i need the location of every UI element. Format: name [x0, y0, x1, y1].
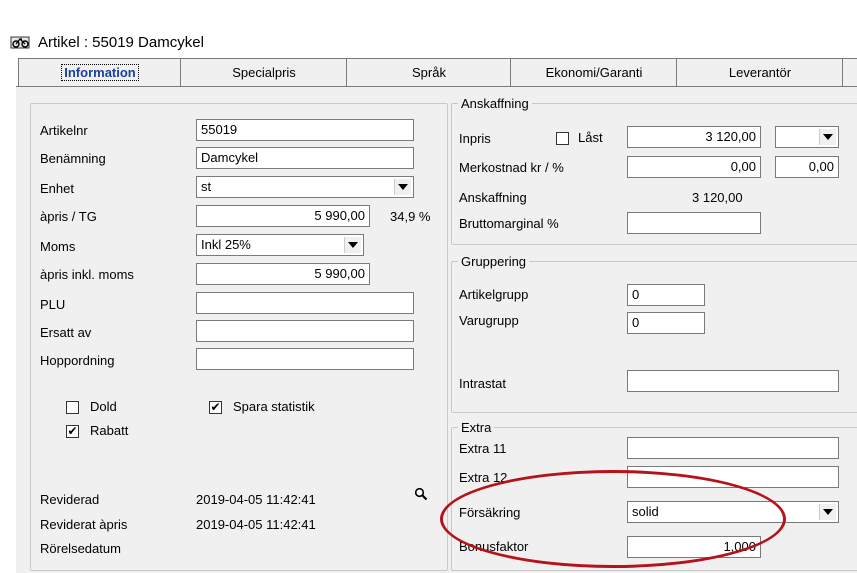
ersatt-label: Ersatt av: [40, 325, 92, 340]
benamning-field[interactable]: Damcykel: [196, 147, 414, 169]
dold-checkbox[interactable]: [66, 401, 79, 414]
artikelgrupp-label: Artikelgrupp: [459, 287, 529, 302]
chevron-down-icon[interactable]: [819, 129, 836, 145]
apris-label: àpris / TG: [40, 209, 97, 224]
moms-value: Inkl 25%: [201, 237, 251, 252]
rabatt-label: Rabatt: [90, 423, 129, 438]
bicycle-icon: [10, 34, 32, 50]
last-label: Låst: [578, 130, 603, 145]
gruppering-title: Gruppering: [458, 254, 530, 269]
moms-select[interactable]: Inkl 25%: [196, 234, 364, 256]
moms-label: Moms: [40, 239, 76, 254]
intrastat-label: Intrastat: [459, 376, 506, 391]
tab-sprak[interactable]: Språk: [346, 58, 512, 87]
search-icon[interactable]: [414, 487, 428, 501]
reviderat-apris-value: 2019-04-05 11:42:41: [196, 517, 316, 532]
window-title: Artikel : 55019 Damcykel: [38, 33, 204, 51]
varugrupp-label: Varugrupp: [459, 313, 519, 328]
artikelgrupp-field[interactable]: 0: [627, 284, 705, 306]
apris-moms-field[interactable]: 5 990,00: [196, 263, 370, 285]
anskaffning-value: 3 120,00: [692, 190, 743, 205]
apris-moms-label: àpris inkl. moms: [40, 267, 134, 282]
reviderad-value: 2019-04-05 11:42:41: [196, 492, 316, 507]
inpris-unit-select[interactable]: [775, 126, 839, 148]
ersatt-field[interactable]: [196, 320, 414, 342]
varugrupp-field[interactable]: 0: [627, 312, 705, 334]
enhet-select[interactable]: st: [196, 176, 414, 198]
artikelnr-field[interactable]: 55019: [196, 119, 414, 141]
merkostnad-kr-field[interactable]: 0,00: [627, 156, 761, 178]
tab-leverantor[interactable]: Leverantör: [676, 58, 844, 87]
tab-more[interactable]: [842, 58, 857, 87]
inpris-label: Inpris: [459, 131, 491, 146]
extra11-label: Extra 11: [459, 441, 507, 456]
merkostnad-pct-field[interactable]: 0,00: [775, 156, 839, 178]
dold-label: Dold: [90, 399, 117, 414]
bruttomarginal-label: Bruttomarginal %: [459, 216, 559, 231]
tab-ekonomi-garanti[interactable]: Ekonomi/Garanti: [510, 58, 678, 87]
highlight-ellipse: [440, 470, 786, 568]
hoppordning-label: Hoppordning: [40, 353, 115, 368]
bruttomarginal-field[interactable]: [627, 212, 761, 234]
rorelsedatum-label: Rörelsedatum: [40, 541, 121, 556]
tg-value: 34,9 %: [390, 209, 431, 224]
chevron-down-icon[interactable]: [394, 179, 411, 195]
spara-statistik-checkbox[interactable]: ✔: [209, 401, 222, 414]
intrastat-field[interactable]: [627, 370, 839, 392]
article-window: Artikel : 55019 Damcykel Information Spe…: [0, 0, 857, 573]
last-checkbox[interactable]: [556, 132, 569, 145]
tab-information[interactable]: Information: [18, 58, 182, 87]
chevron-down-icon[interactable]: [819, 504, 836, 520]
plu-label: PLU: [40, 297, 66, 312]
title-bar: Artikel : 55019 Damcykel: [10, 30, 204, 54]
rabatt-checkbox[interactable]: ✔: [66, 425, 79, 438]
anskaffning-label: Anskaffning: [459, 190, 527, 205]
reviderat-apris-label: Reviderat àpris: [40, 517, 128, 532]
inpris-field[interactable]: 3 120,00: [627, 126, 761, 148]
apris-field[interactable]: 5 990,00: [196, 205, 370, 227]
benamning-label: Benämning: [40, 151, 106, 166]
reviderad-label: Reviderad: [40, 492, 100, 507]
spara-statistik-label: Spara statistik: [233, 399, 315, 414]
merkostnad-label: Merkostnad kr / %: [459, 160, 564, 175]
enhet-value: st: [201, 179, 212, 194]
anskaffning-title: Anskaffning: [458, 96, 532, 111]
extra-title: Extra: [458, 420, 495, 435]
extra11-field[interactable]: [627, 437, 839, 459]
plu-field[interactable]: [196, 292, 414, 314]
hoppordning-field[interactable]: [196, 348, 414, 370]
chevron-down-icon[interactable]: [344, 237, 361, 253]
tab-specialpris[interactable]: Specialpris: [180, 58, 348, 87]
artikelnr-label: Artikelnr: [40, 123, 88, 138]
enhet-label: Enhet: [40, 181, 74, 196]
